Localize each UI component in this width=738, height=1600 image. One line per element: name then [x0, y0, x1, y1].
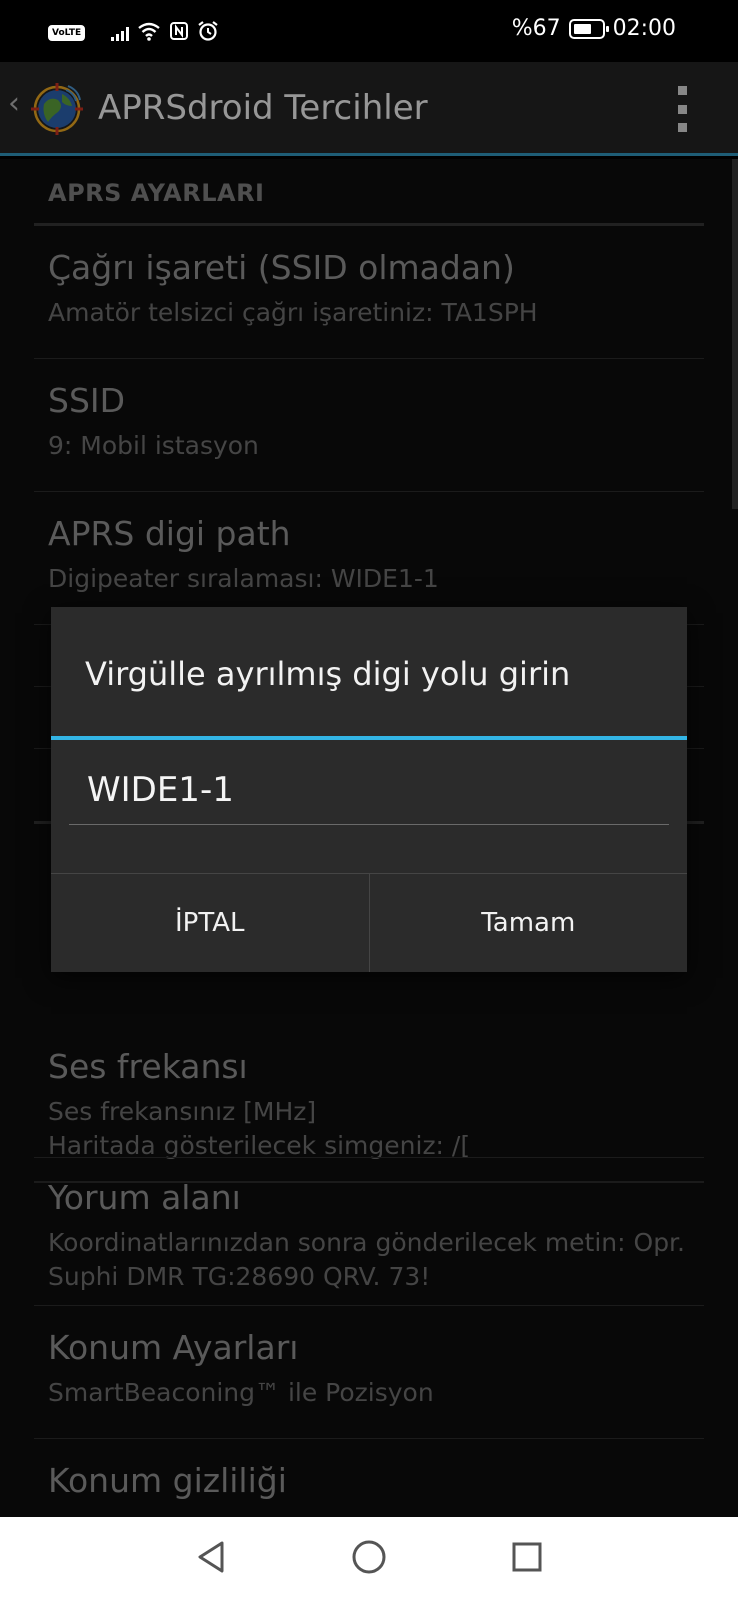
battery-icon: [568, 18, 609, 39]
status-bar: VoLTE %67 02:00: [0, 0, 738, 62]
signal-icon: [111, 25, 130, 41]
square-recents-icon[interactable]: [507, 1537, 547, 1577]
dialog-title-divider: [51, 736, 687, 740]
triangle-back-icon[interactable]: [192, 1537, 232, 1577]
digi-path-input[interactable]: [69, 755, 669, 825]
volte-badge: VoLTE: [48, 25, 86, 41]
dialog-title: Virgülle ayrılmış digi yolu girin: [85, 655, 571, 693]
nfc-icon: [169, 21, 189, 45]
clock: 02:00: [612, 16, 676, 41]
battery-percent: %67: [511, 16, 561, 41]
navigation-bar: [0, 1517, 738, 1600]
wifi-icon: [137, 21, 161, 45]
dialog-buttons: İPTAL Tamam: [51, 873, 687, 972]
circle-home-icon[interactable]: [349, 1537, 389, 1577]
digi-path-dialog: Virgülle ayrılmış digi yolu girin İPTAL …: [51, 607, 687, 972]
alarm-icon: [197, 20, 219, 46]
ok-button[interactable]: Tamam: [368, 874, 688, 972]
cancel-button[interactable]: İPTAL: [51, 874, 369, 972]
